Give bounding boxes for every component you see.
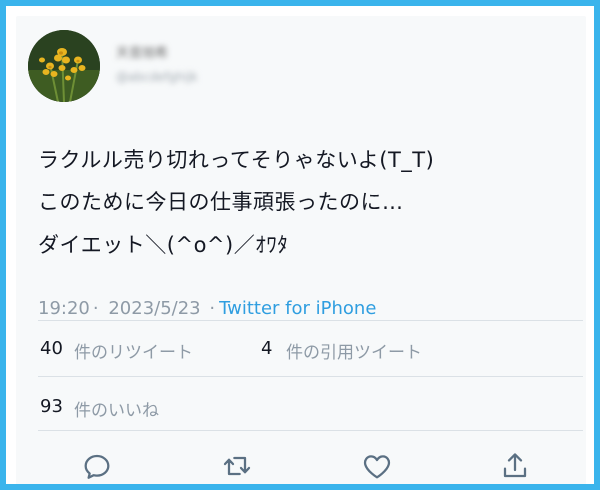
like-count[interactable]: 93 <box>40 396 63 417</box>
divider <box>38 376 583 377</box>
tweet-source-link[interactable]: Twitter for iPhone <box>219 298 376 319</box>
quote-label[interactable]: 件の引用ツイート <box>286 338 422 363</box>
reply-button[interactable] <box>79 448 115 484</box>
retweet-label[interactable]: 件のリツイート <box>74 338 193 363</box>
tweet-metadata: 19:20 · 2023/5/23 · Twitter for iPhone <box>38 298 376 319</box>
share-button[interactable] <box>497 448 533 484</box>
separator-dot: · <box>209 298 216 319</box>
divider <box>38 430 583 431</box>
share-icon <box>503 453 527 478</box>
avatar[interactable] <box>28 30 100 102</box>
heart-icon <box>363 455 391 479</box>
tweet-text-line: ラクルル売り切れってそりゃないよ(T_T) <box>38 148 435 172</box>
tweet-time[interactable]: 19:20 <box>38 298 90 319</box>
tweet-text-line: このために今日の仕事頑張ったのに… <box>38 190 404 214</box>
tweet-text-line: ダイエット＼(^o^)／ｵﾜﾀ <box>38 233 289 257</box>
like-label[interactable]: 件のいいね <box>74 396 159 421</box>
screenshot-frame: 天音旭希 @abcdefghijk ラクルル売り切れってそりゃないよ(T_T) … <box>0 0 600 490</box>
retweet-icon <box>223 456 251 476</box>
tweet-actions-bar <box>16 436 586 484</box>
divider <box>38 320 583 321</box>
separator-dot: · <box>92 298 99 319</box>
tweet-card: 天音旭希 @abcdefghijk ラクルル売り切れってそりゃないよ(T_T) … <box>16 16 586 484</box>
retweet-button[interactable] <box>219 448 255 484</box>
user-handle[interactable]: @abcdefghijk <box>116 70 236 86</box>
avatar-flower-image <box>28 30 100 102</box>
like-button[interactable] <box>359 448 395 484</box>
user-display-name[interactable]: 天音旭希 <box>116 42 186 61</box>
tweet-date[interactable]: 2023/5/23 <box>108 298 200 319</box>
retweet-count[interactable]: 40 <box>40 338 63 359</box>
reply-icon <box>84 454 110 479</box>
quote-count[interactable]: 4 <box>261 338 272 359</box>
